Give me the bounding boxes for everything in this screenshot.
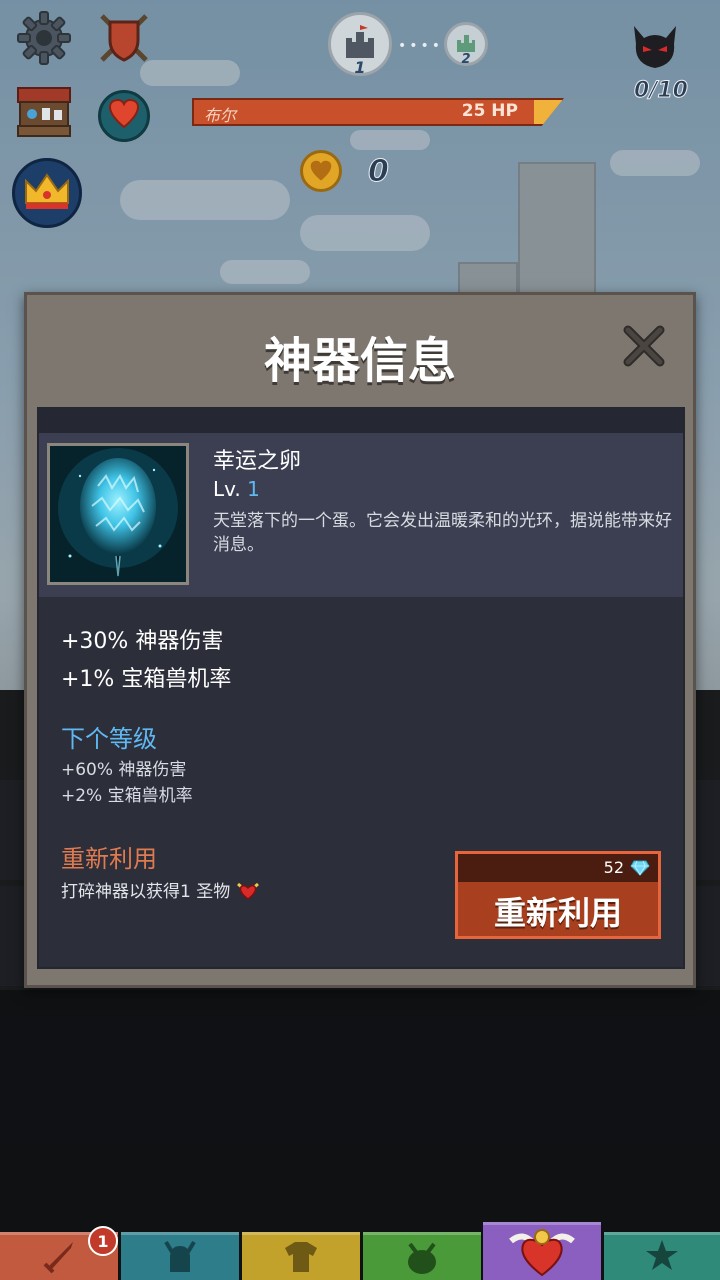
demon-icon [630, 24, 680, 70]
artifact-info-dialog: 神器信息 幸运之卵 Lv. 1 天堂落下的一个蛋。它会发出温暖柔和的光环，据说能… [24, 292, 696, 988]
artifact-heart-icon [509, 1225, 575, 1280]
vip-button[interactable] [12, 158, 82, 228]
shield-icon [96, 10, 152, 70]
heart-icon [108, 98, 140, 133]
next-level-stat: +2% 宝箱兽机率 [61, 786, 193, 806]
guild-button[interactable] [96, 12, 152, 68]
pet-icon [402, 1236, 442, 1280]
enemy-hp-bar: 布尔 25 HP [192, 98, 564, 126]
settings-button[interactable] [14, 10, 74, 70]
stage-next: 2 [444, 22, 488, 67]
stage-next-number: 2 [461, 52, 471, 67]
dialog-body: 幸运之卵 Lv. 1 天堂落下的一个蛋。它会发出温暖柔和的光环，据说能带来好消息… [37, 407, 685, 969]
close-button[interactable] [621, 325, 667, 371]
close-icon [622, 324, 666, 372]
recycle-button[interactable]: 52 重新利用 [455, 851, 661, 939]
artifact-summary: 幸运之卵 Lv. 1 天堂落下的一个蛋。它会发出温暖柔和的光环，据说能带来好消息… [39, 433, 683, 597]
next-level-title: 下个等级 [61, 725, 157, 753]
stage-progress-dots: •••• [398, 38, 444, 54]
tab-heroes[interactable] [121, 1232, 239, 1280]
tab-artifacts[interactable] [483, 1222, 601, 1280]
recycle-description-text: 打碎神器以获得1 圣物 [61, 882, 231, 902]
helmet-icon [160, 1236, 200, 1280]
current-stat: +1% 宝箱兽机率 [61, 667, 232, 692]
shop-icon [14, 86, 74, 144]
next-level-stat: +60% 神器伤害 [61, 760, 187, 780]
tab-special[interactable] [604, 1232, 720, 1280]
recycle-title: 重新利用 [61, 845, 157, 873]
recycle-cost-bar: 52 [458, 854, 658, 882]
coin-icon [300, 150, 342, 192]
health-button[interactable] [98, 90, 150, 142]
crown-icon [22, 171, 72, 215]
dialog-title: 神器信息 [263, 333, 456, 389]
stage-current: 1 [328, 12, 392, 77]
artifact-image [47, 443, 189, 585]
enemy-name: 布尔 [204, 106, 237, 125]
boss-kill-counter: 0/10 [634, 78, 689, 104]
artifact-description: 天堂落下的一个蛋。它会发出温暖柔和的光环，据说能带来好消息。 [213, 511, 672, 555]
current-stat: +30% 神器伤害 [61, 629, 224, 654]
tab-armor[interactable] [242, 1232, 360, 1280]
shop-button[interactable] [14, 86, 74, 144]
recycle-description: 打碎神器以获得1 圣物 [61, 877, 260, 902]
artifact-level: Lv. 1 [213, 477, 260, 501]
artifact-name: 幸运之卵 [213, 449, 302, 474]
recycle-cost: 52 [603, 858, 624, 877]
shirt-icon [281, 1236, 321, 1280]
coin-count: 0 [368, 154, 390, 190]
enemy-hp-value: 25 HP [461, 101, 518, 121]
tab-pets[interactable] [363, 1232, 481, 1280]
relic-icon [236, 882, 260, 902]
level-number: 1 [247, 477, 260, 501]
stage-current-number: 1 [354, 58, 366, 77]
recycle-button-label: 重新利用 [493, 894, 622, 932]
star-icon [642, 1236, 682, 1280]
gear-icon [16, 10, 72, 70]
level-prefix: Lv. [213, 477, 241, 501]
sword-icon [39, 1236, 79, 1280]
diamond-icon [630, 860, 650, 876]
weapon-tab-badge: 1 [88, 1226, 118, 1256]
